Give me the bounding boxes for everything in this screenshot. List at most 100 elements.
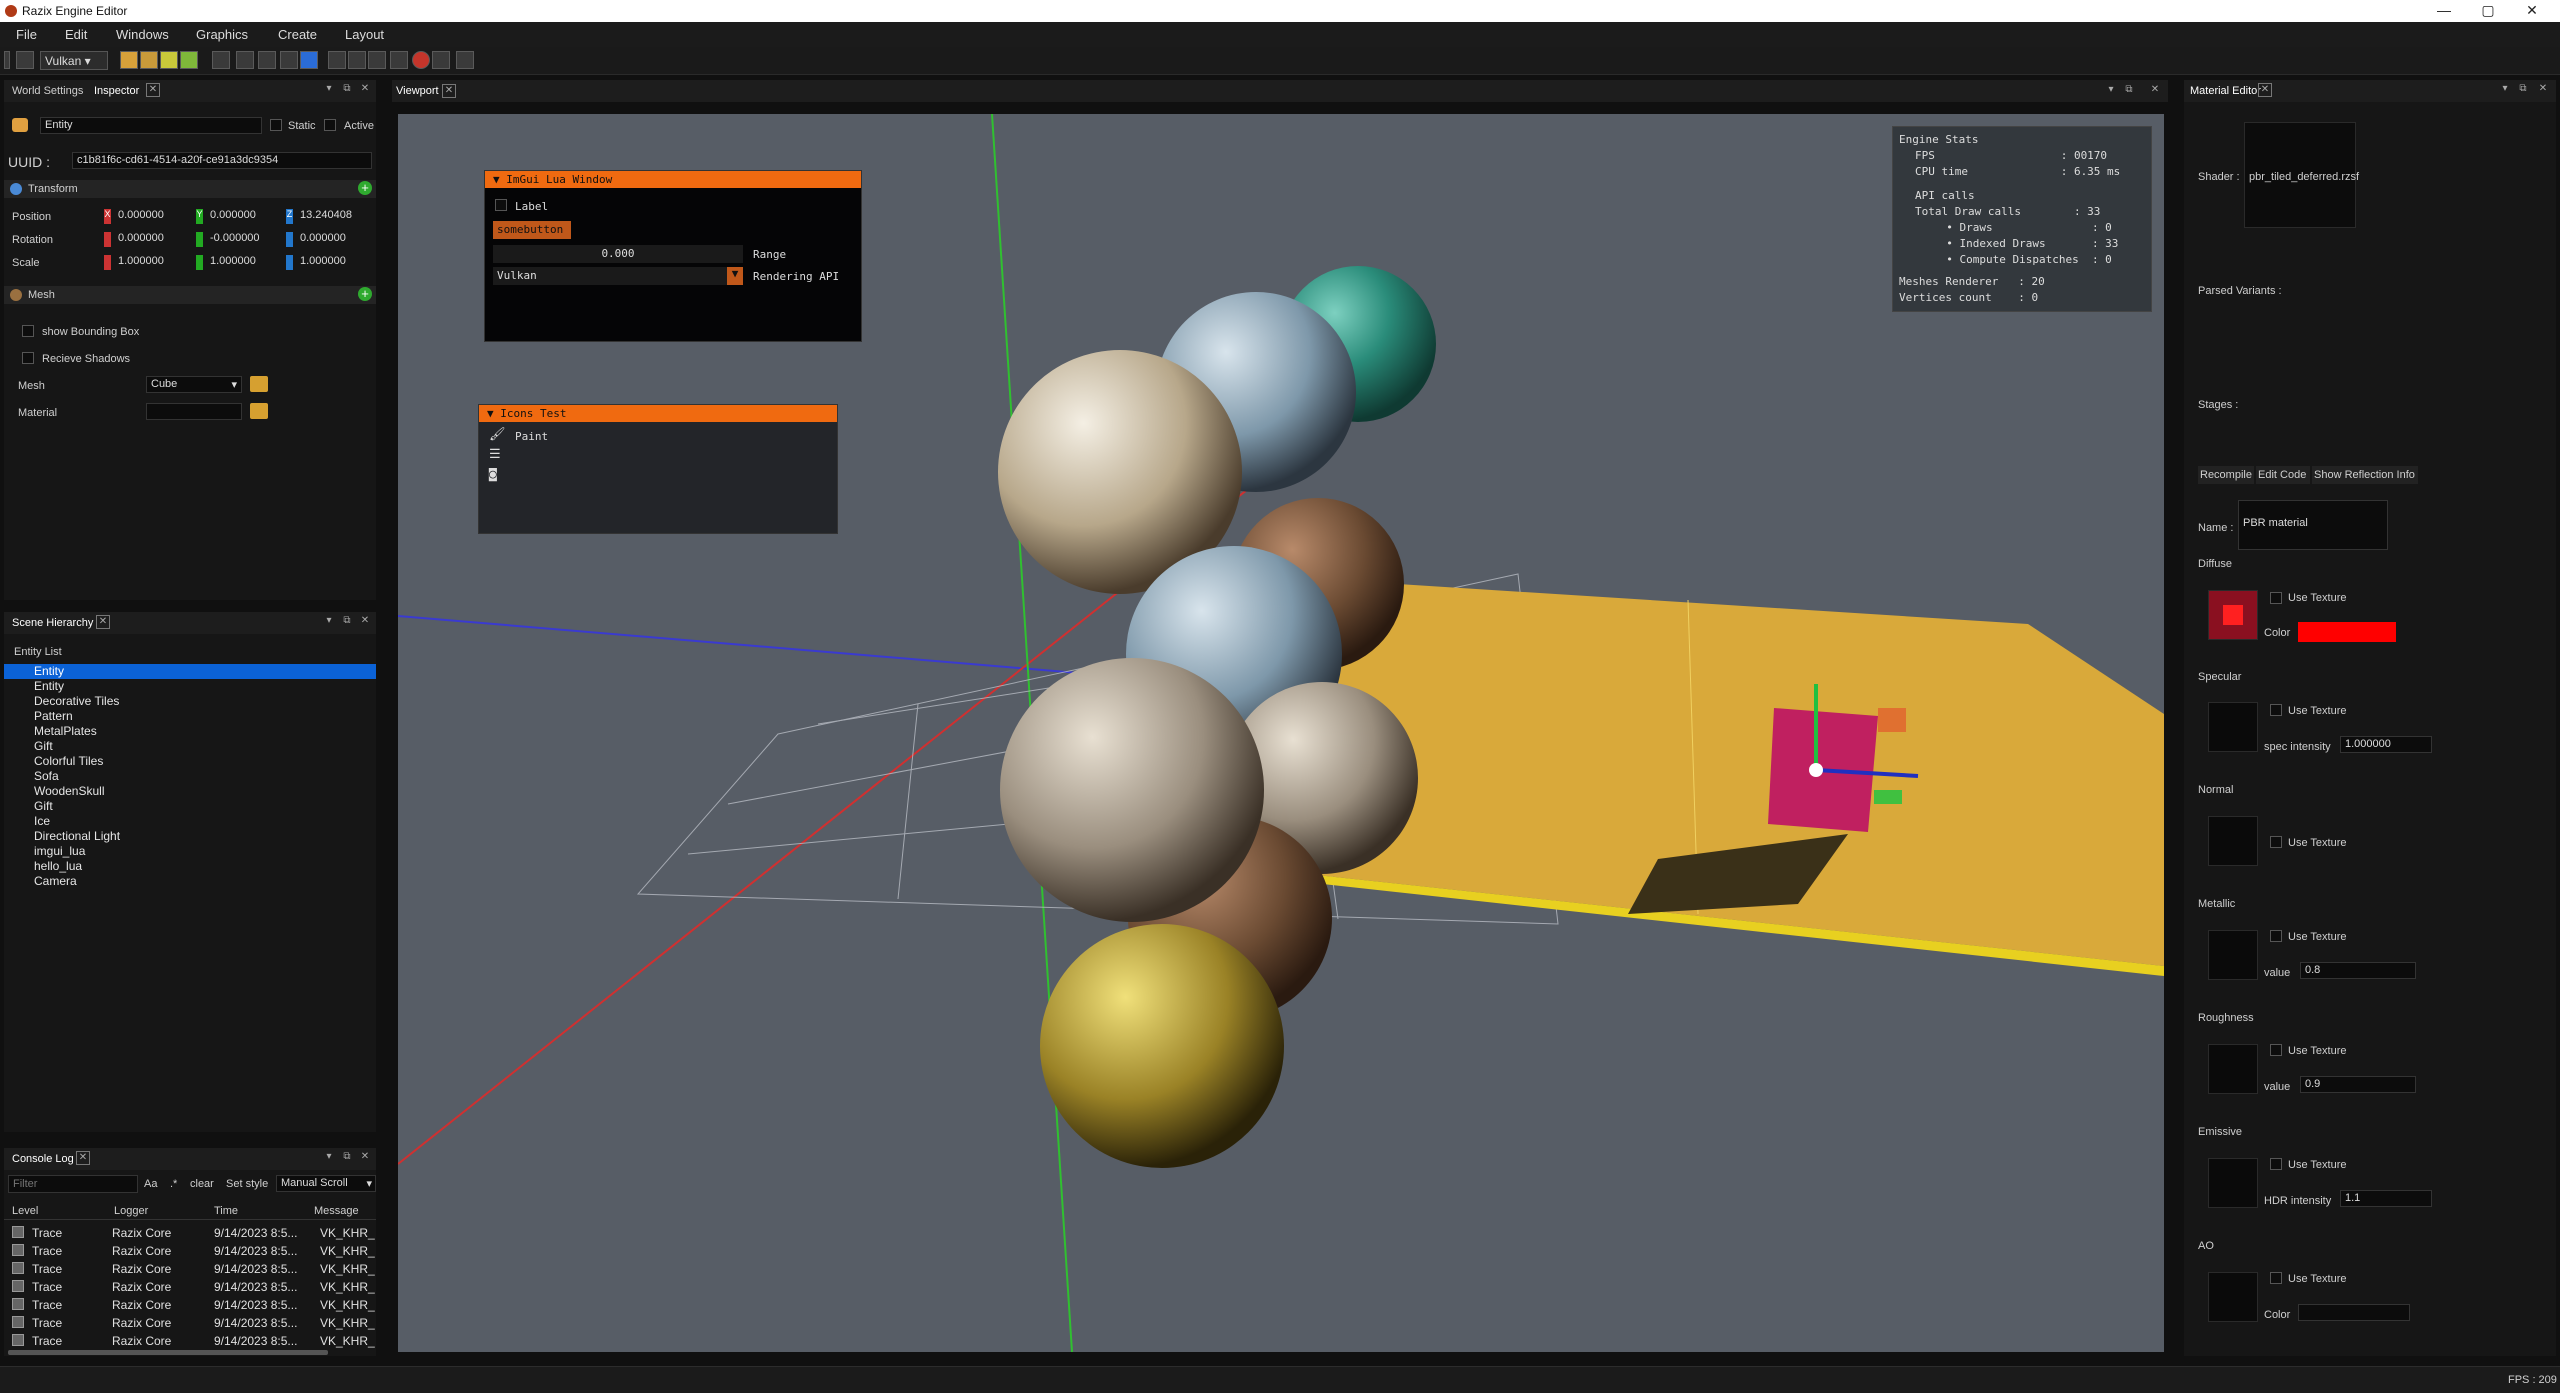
menu-layout[interactable]: Layout [345, 27, 384, 42]
close-panel-icon[interactable]: ✕ [358, 615, 372, 629]
snap-icon[interactable] [456, 51, 474, 69]
undock-icon[interactable]: ⧉ [340, 83, 354, 97]
log-row[interactable]: Trace Razix Core 9/14/2023 8:5... VK_KHR_ [10, 1260, 375, 1278]
settings-icon[interactable] [16, 51, 34, 69]
col-level[interactable]: Level [12, 1205, 38, 1217]
close-icon[interactable]: ✕ [2258, 83, 2272, 97]
image-icon[interactable] [280, 51, 298, 69]
camera-icon[interactable] [258, 51, 276, 69]
tree-item[interactable]: Decorative Tiles [4, 694, 376, 709]
col-logger[interactable]: Logger [114, 1205, 148, 1217]
rotation-z-field[interactable]: 0.000000 [296, 231, 376, 248]
edit-code-button[interactable]: Edit Code [2256, 466, 2310, 484]
tree-item[interactable]: Ice [4, 814, 376, 829]
scroll-mode-select[interactable]: Manual Scroll ▾ [276, 1175, 376, 1192]
entity-name-field[interactable]: Entity [40, 117, 262, 134]
mesh-header[interactable]: Mesh + [4, 286, 376, 304]
diffuse-color-swatch[interactable] [2298, 622, 2396, 642]
api-combo[interactable]: Vulkan ▼ [493, 267, 743, 285]
close-panel-icon[interactable]: ✕ [2148, 84, 2162, 98]
static-checkbox[interactable] [270, 119, 282, 131]
dropdown-icon[interactable]: ▾ [322, 1151, 336, 1165]
add-component-icon[interactable]: + [358, 181, 372, 195]
camera-icon[interactable]: ◙ [489, 467, 497, 482]
log-row[interactable]: Trace Razix Core 9/14/2023 8:5... VK_KHR_ [10, 1224, 375, 1242]
ao-use-texture-checkbox[interactable] [2270, 1272, 2282, 1284]
menu-create[interactable]: Create [278, 27, 317, 42]
col-message[interactable]: Message [314, 1205, 359, 1217]
expand-icon[interactable] [12, 1262, 24, 1274]
minimize-button[interactable]: — [2424, 2, 2464, 18]
lua-window-title[interactable]: ▼ ImGui Lua Window [485, 171, 861, 188]
close-icon[interactable]: ✕ [96, 615, 110, 629]
ao-texture-slot[interactable] [2208, 1272, 2258, 1322]
active-checkbox[interactable] [324, 119, 336, 131]
log-row[interactable]: Trace Razix Core 9/14/2023 8:5... VK_KHR_ [10, 1296, 375, 1314]
tab-console-log[interactable]: Console Log [12, 1153, 74, 1165]
tree-item[interactable]: WoodenSkull [4, 784, 376, 799]
log-row[interactable]: Trace Razix Core 9/14/2023 8:5... VK_KHR_ [10, 1314, 375, 1332]
emissive-texture-slot[interactable] [2208, 1158, 2258, 1208]
tree-item[interactable]: Directional Light [4, 829, 376, 844]
lua-window[interactable]: ▼ ImGui Lua Window Label somebutton 0.00… [484, 170, 862, 342]
expand-icon[interactable] [12, 1226, 24, 1238]
console-filter-input[interactable] [8, 1175, 138, 1193]
shader-field[interactable]: pbr_tiled_deferred.rzsf [2244, 122, 2359, 228]
tree-item[interactable]: Gift [4, 739, 376, 754]
clear-button[interactable]: clear [190, 1178, 214, 1190]
position-y-field[interactable]: 0.000000 [206, 208, 286, 225]
menu-edit[interactable]: Edit [65, 27, 87, 42]
close-panel-icon[interactable]: ✕ [2536, 83, 2550, 97]
close-panel-icon[interactable]: ✕ [358, 83, 372, 97]
material-field[interactable] [146, 403, 242, 420]
scale-z-field[interactable]: 1.000000 [296, 254, 376, 271]
tree-item[interactable]: Pattern [4, 709, 376, 724]
expand-icon[interactable] [12, 1316, 24, 1328]
undock-icon[interactable]: ⧉ [340, 615, 354, 629]
add-component-icon[interactable]: + [358, 287, 372, 301]
expand-icon[interactable] [12, 1334, 24, 1346]
metallic-use-texture-checkbox[interactable] [2270, 930, 2282, 942]
horizontal-scrollbar[interactable] [8, 1350, 328, 1355]
globe-icon[interactable] [140, 51, 158, 69]
menu-graphics[interactable]: Graphics [196, 27, 248, 42]
folder-icon[interactable] [250, 403, 268, 419]
transform-header[interactable]: Transform + [4, 180, 376, 198]
case-toggle[interactable]: Aa [144, 1178, 157, 1190]
scale-x-field[interactable]: 1.000000 [114, 254, 194, 271]
range-slider[interactable]: 0.000 [493, 245, 743, 263]
show-bbox-checkbox[interactable] [22, 325, 34, 337]
emissive-use-texture-checkbox[interactable] [2270, 1158, 2282, 1170]
tree-item[interactable]: Camera [4, 874, 376, 889]
metallic-texture-slot[interactable] [2208, 930, 2258, 980]
diffuse-use-texture-checkbox[interactable] [2270, 592, 2282, 604]
transform-icon[interactable] [390, 51, 408, 69]
log-row[interactable]: Trace Razix Core 9/14/2023 8:5... VK_KHR_ [10, 1242, 375, 1260]
roughness-value-field[interactable]: 0.9 [2300, 1076, 2416, 1093]
layers-icon[interactable] [236, 51, 254, 69]
set-style-button[interactable]: Set style [226, 1178, 268, 1190]
close-panel-icon[interactable]: ✕ [358, 1151, 372, 1165]
combo-arrow-icon[interactable]: ▼ [727, 267, 743, 285]
close-icon[interactable]: ✕ [76, 1151, 90, 1165]
roughness-texture-slot[interactable] [2208, 1044, 2258, 1094]
recompile-button[interactable]: Recompile [2198, 466, 2254, 484]
show-reflection-button[interactable]: Show Reflection Info [2312, 466, 2418, 484]
dropdown-icon[interactable]: ▾ [2498, 83, 2512, 97]
close-icon[interactable]: ✕ [442, 84, 456, 98]
viewport-canvas[interactable]: ▼ ImGui Lua Window Label somebutton 0.00… [398, 114, 2164, 1352]
rotate-icon[interactable] [348, 51, 366, 69]
normal-texture-slot[interactable] [2208, 816, 2258, 866]
target-icon[interactable] [432, 51, 450, 69]
undock-icon[interactable]: ⧉ [340, 1151, 354, 1165]
regex-toggle[interactable]: .* [170, 1178, 177, 1190]
close-icon[interactable]: ✕ [146, 83, 160, 97]
metallic-value-field[interactable]: 0.8 [2300, 962, 2416, 979]
tree-item[interactable]: hello_lua [4, 859, 376, 874]
tree-item[interactable]: Sofa [4, 769, 376, 784]
log-row[interactable]: Trace Razix Core 9/14/2023 8:5... VK_KHR_ [10, 1332, 375, 1350]
specular-use-texture-checkbox[interactable] [2270, 704, 2282, 716]
menu-icon[interactable]: ☰ [489, 447, 501, 462]
ao-color-field[interactable] [2298, 1304, 2410, 1321]
expand-icon[interactable] [12, 1244, 24, 1256]
